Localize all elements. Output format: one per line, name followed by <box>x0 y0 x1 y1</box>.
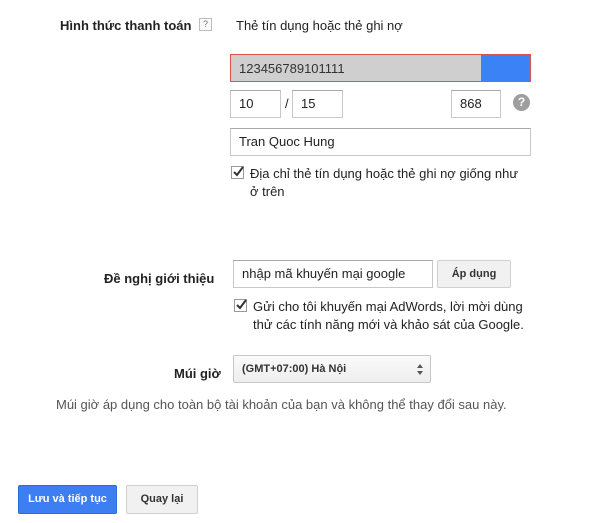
back-button[interactable]: Quay lại <box>126 485 198 514</box>
promo-code-input[interactable]: nhập mã khuyến mại google <box>233 260 433 288</box>
promo-optin-line2: thử các tính năng mới và khảo sát của Go… <box>253 317 524 332</box>
timezone-selected-value: (GMT+07:00) Hà Nội <box>242 363 347 375</box>
checkmark-icon <box>233 166 244 177</box>
select-arrows-icon <box>417 364 423 375</box>
expiry-separator: / <box>285 96 289 111</box>
promo-label: Đề nghị giới thiệu <box>104 271 215 286</box>
same-address-label-line1: Địa chỉ thẻ tín dụng hoặc thẻ ghi nợ giố… <box>250 166 519 181</box>
promo-optin-line1: Gửi cho tôi khuyến mại AdWords, lời mời … <box>253 299 523 314</box>
same-address-checkbox[interactable] <box>231 166 244 179</box>
card-number-value: 123456789101111 <box>239 61 345 76</box>
card-type-swatch <box>481 55 530 81</box>
cardholder-name-input[interactable]: Tran Quoc Hung <box>230 128 531 156</box>
timezone-note: Múi giờ áp dụng cho toàn bộ tài khoản củ… <box>56 397 507 412</box>
cvv-help-icon[interactable]: ? <box>513 94 530 111</box>
save-continue-button[interactable]: Lưu và tiếp tục <box>18 485 117 514</box>
expiry-month-input[interactable]: 10 <box>230 90 281 118</box>
cvv-input[interactable]: 868 <box>451 90 501 118</box>
payment-type-text: Thẻ tín dụng hoặc thẻ ghi nợ <box>236 18 403 33</box>
timezone-select[interactable]: (GMT+07:00) Hà Nội <box>233 355 431 383</box>
same-address-label-line2: ở trên <box>250 184 285 199</box>
promo-optin-checkbox[interactable] <box>234 299 247 312</box>
card-number-field[interactable]: 123456789101111 <box>230 54 531 82</box>
expiry-year-input[interactable]: 15 <box>292 90 343 118</box>
apply-promo-button[interactable]: Áp dụng <box>437 260 511 288</box>
checkmark-icon <box>236 299 247 310</box>
payment-help-icon[interactable]: ? <box>199 18 212 31</box>
timezone-label: Múi giờ <box>174 366 221 381</box>
payment-method-label: Hình thức thanh toán <box>60 18 192 33</box>
